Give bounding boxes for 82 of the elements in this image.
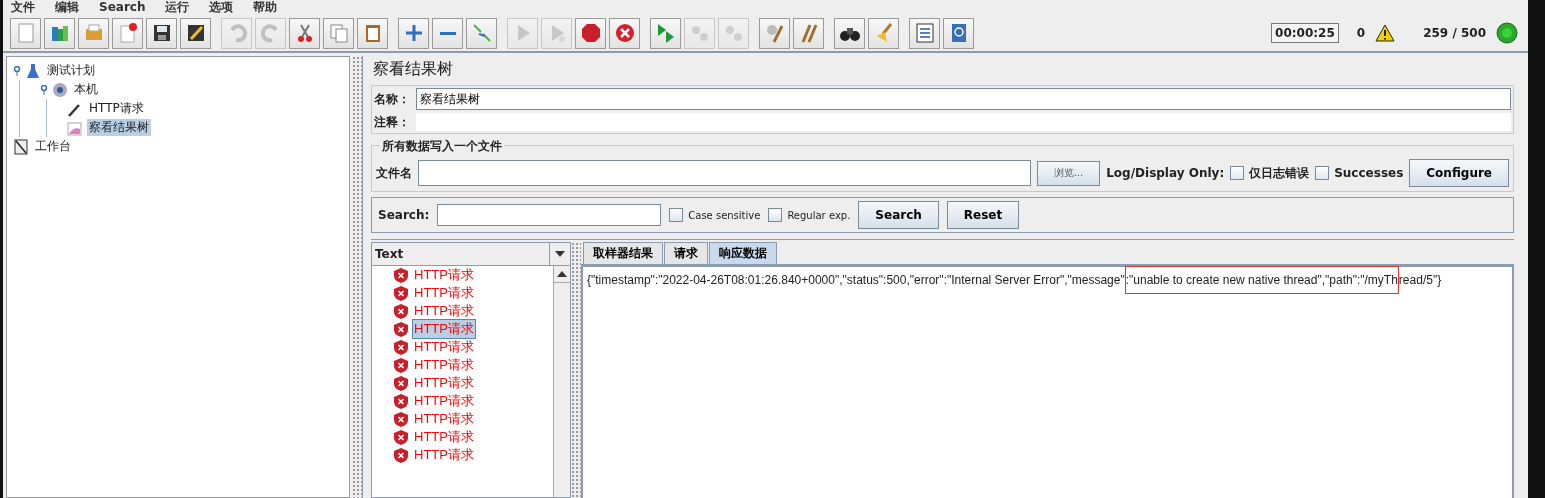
search-button[interactable]: Search: [858, 201, 939, 229]
error-shield-icon: [394, 393, 408, 409]
checkbox[interactable]: [1315, 166, 1330, 180]
scroll-up-icon[interactable]: [557, 271, 567, 277]
result-item[interactable]: HTTP请求: [413, 446, 475, 464]
menu-item[interactable]: 帮助: [253, 0, 278, 15]
menu-item[interactable]: 文件: [11, 0, 35, 15]
name-field[interactable]: 察看结果树: [416, 88, 1511, 110]
tab[interactable]: 响应数据: [709, 242, 777, 264]
result-item[interactable]: HTTP请求: [413, 410, 475, 428]
toolbar-button[interactable]: [180, 17, 211, 49]
error-shield-icon: [394, 411, 408, 427]
flask-icon: [25, 62, 41, 79]
highlight-box: :"unable to create new native thread","path":"/myTh: [1124, 266, 1399, 294]
minus-icon: [439, 31, 456, 35]
filename-field[interactable]: [418, 160, 1031, 186]
menu-item[interactable]: Search: [99, 0, 146, 15]
panel-title: 察看结果树: [372, 58, 454, 80]
gear-icon: [52, 81, 68, 98]
chart-page-icon: [67, 119, 83, 136]
error-shield-icon: [394, 447, 408, 463]
result-item[interactable]: HTTP请求: [413, 374, 475, 392]
menu-item[interactable]: 运行: [165, 0, 190, 15]
tree-item[interactable]: HTTP请求: [87, 100, 146, 117]
group-title: 所有数据写入一个文件: [380, 138, 504, 155]
checkbox[interactable]: [669, 208, 684, 222]
comment-label: 注释：: [374, 113, 410, 131]
error-shield-icon: [394, 321, 408, 337]
tab[interactable]: 请求: [664, 242, 708, 264]
thread-count: 259 / 500: [1423, 26, 1486, 40]
checkbox[interactable]: [1230, 166, 1245, 180]
list-icon: [913, 22, 936, 44]
error-shield-icon: [394, 429, 408, 445]
tab[interactable]: 取样器结果: [583, 242, 663, 264]
stop-sign-icon: [579, 22, 602, 44]
splitter-handle[interactable]: [571, 242, 581, 498]
log-display-label: Log/Display Only:: [1106, 166, 1225, 180]
expander-handle-icon[interactable]: [40, 84, 48, 95]
error-shield-icon: [394, 375, 408, 391]
tree-item[interactable]: 工作台: [33, 138, 73, 155]
response-text: {"timestamp":"2022-04-26T08:01:26.840+0000","status":500,"error":"Internal Server Error","message":"unable to create new native thread","path":"/myThread/5"}: [585, 267, 1444, 293]
tree-item[interactable]: 察看结果树: [87, 119, 151, 136]
result-item[interactable]: HTTP请求: [413, 302, 475, 320]
tree-item[interactable]: 本机: [72, 81, 100, 98]
checkbox-label: 仅日志错误: [1249, 164, 1310, 182]
tree-item[interactable]: 测试计划: [45, 62, 97, 79]
menu-item[interactable]: 编辑: [55, 0, 79, 15]
expander-handle-icon[interactable]: [13, 65, 21, 76]
result-item[interactable]: HTTP请求: [413, 284, 475, 302]
status-light-icon: [1496, 22, 1518, 44]
checkbox[interactable]: [768, 208, 783, 222]
checkbox-label: Case sensitive: [688, 209, 761, 221]
toolbar-button[interactable]: [834, 17, 865, 49]
elapsed-time: 00:00:25: [1271, 23, 1339, 43]
close-icon: [613, 22, 636, 44]
checkbox-label: Successes: [1334, 166, 1404, 180]
scrollbar[interactable]: [553, 266, 570, 497]
warning-count: 0: [1356, 26, 1366, 40]
splitter-handle[interactable]: [352, 56, 362, 498]
menu-item[interactable]: 选项: [209, 0, 234, 15]
error-shield-icon: [394, 285, 408, 301]
probes-icon: [470, 22, 493, 44]
caret-icon: [555, 251, 565, 257]
browse-button[interactable]: 浏览...: [1036, 160, 1101, 186]
toolbar-button[interactable]: [146, 17, 177, 49]
search-button[interactable]: Reset: [946, 201, 1020, 229]
search-label: Search:: [378, 208, 430, 222]
filename-label: 文件名: [376, 164, 412, 182]
result-item[interactable]: HTTP请求: [413, 338, 475, 356]
error-shield-icon: [394, 339, 408, 355]
error-shield-icon: [394, 303, 408, 319]
error-shield-icon: [394, 357, 408, 373]
checkbox-label: Regular exp.: [787, 209, 851, 221]
configure-button[interactable]: Configure: [1409, 159, 1509, 187]
result-item[interactable]: HTTP请求: [413, 392, 475, 410]
name-label: 名称：: [374, 90, 410, 108]
warning-icon: [1375, 24, 1396, 42]
result-item[interactable]: HTTP请求: [413, 356, 475, 374]
search-field[interactable]: [437, 204, 662, 226]
copy-icon: [327, 22, 350, 44]
result-item[interactable]: HTTP请求: [413, 428, 475, 446]
result-item[interactable]: HTTP请求: [413, 266, 475, 284]
